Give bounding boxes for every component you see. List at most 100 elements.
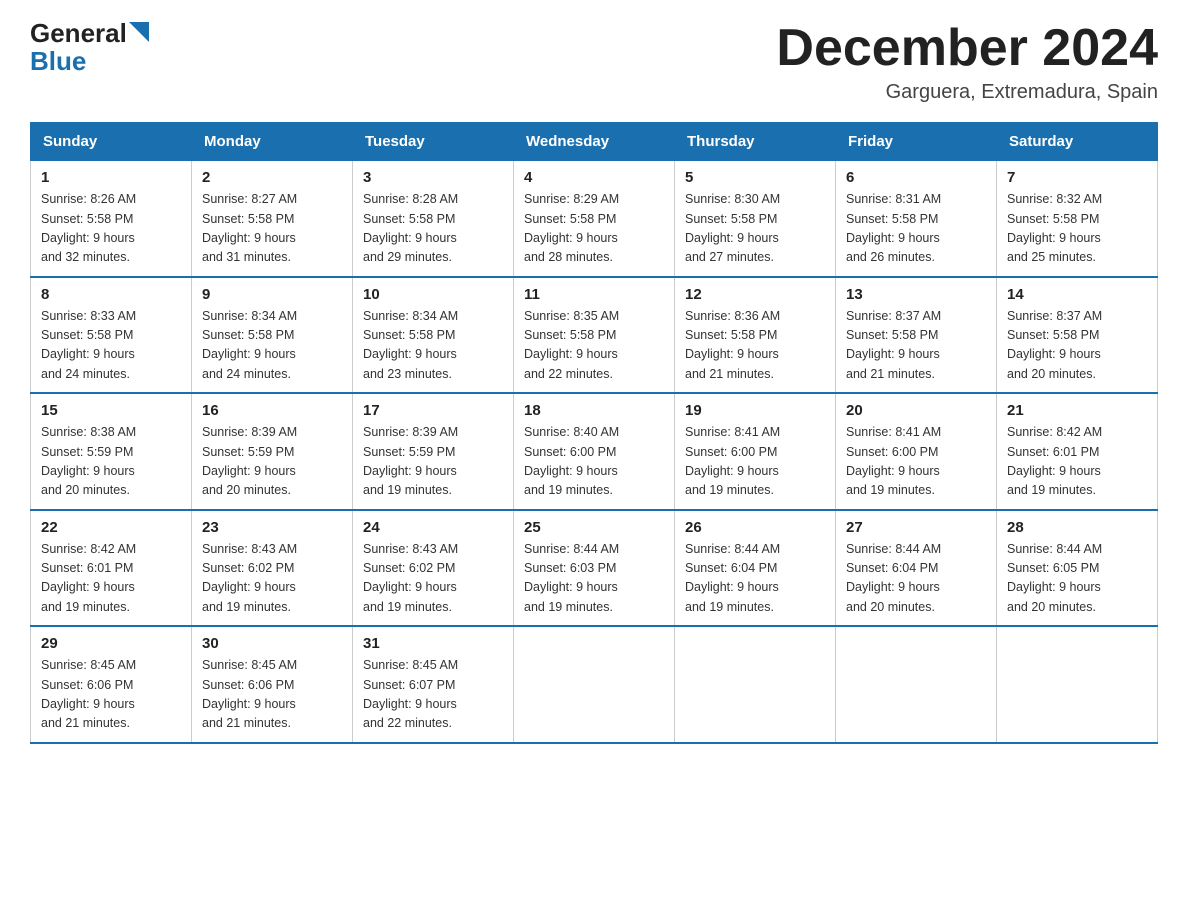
- header-tuesday: Tuesday: [353, 123, 514, 161]
- day-info: Sunrise: 8:30 AM Sunset: 5:58 PM Dayligh…: [685, 190, 825, 268]
- header-thursday: Thursday: [675, 123, 836, 161]
- logo: General Blue: [30, 20, 149, 74]
- calendar-cell: 2 Sunrise: 8:27 AM Sunset: 5:58 PM Dayli…: [192, 161, 353, 277]
- header-monday: Monday: [192, 123, 353, 161]
- calendar-week-5: 29 Sunrise: 8:45 AM Sunset: 6:06 PM Dayl…: [31, 626, 1158, 743]
- day-info: Sunrise: 8:35 AM Sunset: 5:58 PM Dayligh…: [524, 307, 664, 385]
- calendar-cell: 4 Sunrise: 8:29 AM Sunset: 5:58 PM Dayli…: [514, 161, 675, 277]
- day-number: 6: [846, 169, 986, 186]
- calendar-cell: 20 Sunrise: 8:41 AM Sunset: 6:00 PM Dayl…: [836, 393, 997, 510]
- calendar-cell: 12 Sunrise: 8:36 AM Sunset: 5:58 PM Dayl…: [675, 277, 836, 394]
- calendar-cell: 14 Sunrise: 8:37 AM Sunset: 5:58 PM Dayl…: [997, 277, 1158, 394]
- day-number: 14: [1007, 286, 1147, 303]
- day-info: Sunrise: 8:45 AM Sunset: 6:06 PM Dayligh…: [41, 656, 181, 734]
- calendar-cell: 22 Sunrise: 8:42 AM Sunset: 6:01 PM Dayl…: [31, 510, 192, 627]
- calendar-body: 1 Sunrise: 8:26 AM Sunset: 5:58 PM Dayli…: [31, 161, 1158, 743]
- day-number: 30: [202, 635, 342, 652]
- calendar-cell: 7 Sunrise: 8:32 AM Sunset: 5:58 PM Dayli…: [997, 161, 1158, 277]
- calendar-cell: 26 Sunrise: 8:44 AM Sunset: 6:04 PM Dayl…: [675, 510, 836, 627]
- day-info: Sunrise: 8:28 AM Sunset: 5:58 PM Dayligh…: [363, 190, 503, 268]
- day-info: Sunrise: 8:31 AM Sunset: 5:58 PM Dayligh…: [846, 190, 986, 268]
- day-info: Sunrise: 8:33 AM Sunset: 5:58 PM Dayligh…: [41, 307, 181, 385]
- calendar-cell: 11 Sunrise: 8:35 AM Sunset: 5:58 PM Dayl…: [514, 277, 675, 394]
- page-header: General Blue December 2024 Garguera, Ext…: [30, 20, 1158, 104]
- day-info: Sunrise: 8:42 AM Sunset: 6:01 PM Dayligh…: [41, 540, 181, 618]
- logo-general-text: General: [30, 20, 127, 46]
- calendar-cell: 9 Sunrise: 8:34 AM Sunset: 5:58 PM Dayli…: [192, 277, 353, 394]
- calendar-week-1: 1 Sunrise: 8:26 AM Sunset: 5:58 PM Dayli…: [31, 161, 1158, 277]
- calendar-cell: [836, 626, 997, 743]
- day-info: Sunrise: 8:39 AM Sunset: 5:59 PM Dayligh…: [363, 423, 503, 501]
- calendar-cell: [997, 626, 1158, 743]
- main-title: December 2024: [776, 20, 1158, 77]
- day-info: Sunrise: 8:44 AM Sunset: 6:04 PM Dayligh…: [685, 540, 825, 618]
- day-number: 8: [41, 286, 181, 303]
- day-info: Sunrise: 8:43 AM Sunset: 6:02 PM Dayligh…: [363, 540, 503, 618]
- logo-blue-text: Blue: [30, 48, 149, 74]
- day-info: Sunrise: 8:45 AM Sunset: 6:06 PM Dayligh…: [202, 656, 342, 734]
- day-number: 10: [363, 286, 503, 303]
- day-number: 22: [41, 519, 181, 536]
- day-number: 9: [202, 286, 342, 303]
- day-number: 31: [363, 635, 503, 652]
- subtitle: Garguera, Extremadura, Spain: [776, 81, 1158, 104]
- calendar-cell: 6 Sunrise: 8:31 AM Sunset: 5:58 PM Dayli…: [836, 161, 997, 277]
- calendar-cell: 30 Sunrise: 8:45 AM Sunset: 6:06 PM Dayl…: [192, 626, 353, 743]
- day-number: 7: [1007, 169, 1147, 186]
- day-info: Sunrise: 8:44 AM Sunset: 6:05 PM Dayligh…: [1007, 540, 1147, 618]
- calendar-cell: 19 Sunrise: 8:41 AM Sunset: 6:00 PM Dayl…: [675, 393, 836, 510]
- calendar-cell: 29 Sunrise: 8:45 AM Sunset: 6:06 PM Dayl…: [31, 626, 192, 743]
- calendar-week-2: 8 Sunrise: 8:33 AM Sunset: 5:58 PM Dayli…: [31, 277, 1158, 394]
- day-number: 29: [41, 635, 181, 652]
- calendar-cell: 18 Sunrise: 8:40 AM Sunset: 6:00 PM Dayl…: [514, 393, 675, 510]
- header-wednesday: Wednesday: [514, 123, 675, 161]
- day-number: 18: [524, 402, 664, 419]
- calendar-cell: 3 Sunrise: 8:28 AM Sunset: 5:58 PM Dayli…: [353, 161, 514, 277]
- day-info: Sunrise: 8:41 AM Sunset: 6:00 PM Dayligh…: [846, 423, 986, 501]
- calendar-cell: 17 Sunrise: 8:39 AM Sunset: 5:59 PM Dayl…: [353, 393, 514, 510]
- calendar-cell: 28 Sunrise: 8:44 AM Sunset: 6:05 PM Dayl…: [997, 510, 1158, 627]
- day-info: Sunrise: 8:40 AM Sunset: 6:00 PM Dayligh…: [524, 423, 664, 501]
- calendar-cell: 10 Sunrise: 8:34 AM Sunset: 5:58 PM Dayl…: [353, 277, 514, 394]
- day-number: 11: [524, 286, 664, 303]
- day-number: 15: [41, 402, 181, 419]
- day-info: Sunrise: 8:37 AM Sunset: 5:58 PM Dayligh…: [846, 307, 986, 385]
- logo-arrow-icon: [129, 22, 149, 42]
- day-info: Sunrise: 8:42 AM Sunset: 6:01 PM Dayligh…: [1007, 423, 1147, 501]
- calendar-cell: 8 Sunrise: 8:33 AM Sunset: 5:58 PM Dayli…: [31, 277, 192, 394]
- day-info: Sunrise: 8:32 AM Sunset: 5:58 PM Dayligh…: [1007, 190, 1147, 268]
- header-saturday: Saturday: [997, 123, 1158, 161]
- day-number: 27: [846, 519, 986, 536]
- day-number: 24: [363, 519, 503, 536]
- calendar-cell: 16 Sunrise: 8:39 AM Sunset: 5:59 PM Dayl…: [192, 393, 353, 510]
- day-info: Sunrise: 8:34 AM Sunset: 5:58 PM Dayligh…: [202, 307, 342, 385]
- header-sunday: Sunday: [31, 123, 192, 161]
- calendar-cell: 13 Sunrise: 8:37 AM Sunset: 5:58 PM Dayl…: [836, 277, 997, 394]
- calendar-cell: 5 Sunrise: 8:30 AM Sunset: 5:58 PM Dayli…: [675, 161, 836, 277]
- day-number: 4: [524, 169, 664, 186]
- day-number: 12: [685, 286, 825, 303]
- calendar-cell: 27 Sunrise: 8:44 AM Sunset: 6:04 PM Dayl…: [836, 510, 997, 627]
- calendar-cell: [514, 626, 675, 743]
- day-number: 2: [202, 169, 342, 186]
- calendar-cell: 23 Sunrise: 8:43 AM Sunset: 6:02 PM Dayl…: [192, 510, 353, 627]
- day-info: Sunrise: 8:37 AM Sunset: 5:58 PM Dayligh…: [1007, 307, 1147, 385]
- day-number: 20: [846, 402, 986, 419]
- calendar-cell: 24 Sunrise: 8:43 AM Sunset: 6:02 PM Dayl…: [353, 510, 514, 627]
- day-info: Sunrise: 8:26 AM Sunset: 5:58 PM Dayligh…: [41, 190, 181, 268]
- day-info: Sunrise: 8:36 AM Sunset: 5:58 PM Dayligh…: [685, 307, 825, 385]
- calendar-cell: 31 Sunrise: 8:45 AM Sunset: 6:07 PM Dayl…: [353, 626, 514, 743]
- header-friday: Friday: [836, 123, 997, 161]
- day-number: 13: [846, 286, 986, 303]
- day-info: Sunrise: 8:44 AM Sunset: 6:03 PM Dayligh…: [524, 540, 664, 618]
- day-number: 26: [685, 519, 825, 536]
- day-number: 19: [685, 402, 825, 419]
- day-info: Sunrise: 8:29 AM Sunset: 5:58 PM Dayligh…: [524, 190, 664, 268]
- day-info: Sunrise: 8:39 AM Sunset: 5:59 PM Dayligh…: [202, 423, 342, 501]
- day-info: Sunrise: 8:27 AM Sunset: 5:58 PM Dayligh…: [202, 190, 342, 268]
- calendar-table: Sunday Monday Tuesday Wednesday Thursday…: [30, 122, 1158, 744]
- day-info: Sunrise: 8:34 AM Sunset: 5:58 PM Dayligh…: [363, 307, 503, 385]
- day-number: 17: [363, 402, 503, 419]
- day-number: 28: [1007, 519, 1147, 536]
- day-number: 5: [685, 169, 825, 186]
